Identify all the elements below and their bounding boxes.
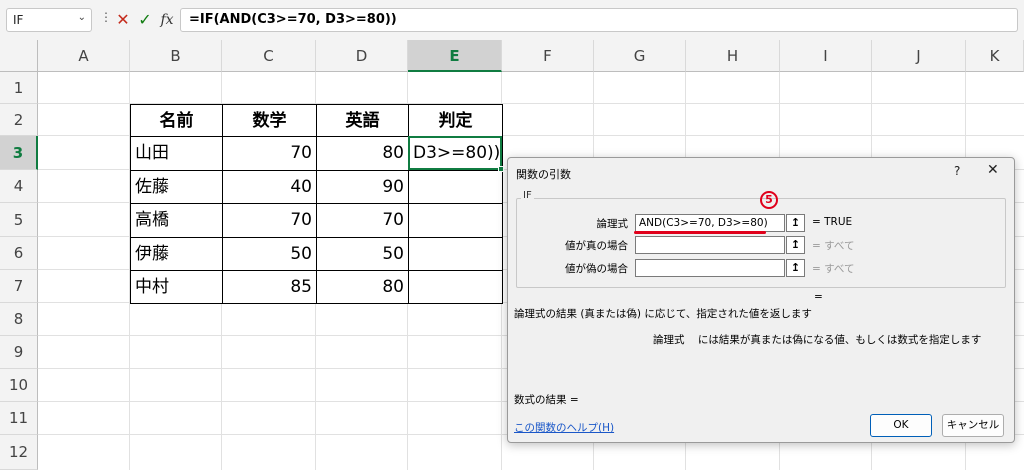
function-name: IF	[521, 190, 534, 201]
dialog-title: 関数の引数	[516, 168, 571, 181]
row-header-12[interactable]: 12	[0, 435, 38, 470]
table-cell[interactable]: 70	[222, 136, 317, 171]
column-header-k[interactable]: K	[966, 40, 1024, 72]
select-all-corner[interactable]	[0, 40, 38, 72]
row-header-11[interactable]: 11	[0, 402, 38, 435]
table-cell[interactable]: 70	[222, 203, 317, 238]
table-header-cell[interactable]: 判定	[408, 104, 503, 137]
row-header-3[interactable]: 3	[0, 136, 38, 170]
active-cell-e3[interactable]: D3>=80))	[408, 136, 504, 172]
row-header-5[interactable]: 5	[0, 203, 38, 237]
argument-description-name: 論理式	[653, 334, 685, 346]
column-header-e[interactable]: E	[408, 40, 502, 72]
row-header-7[interactable]: 7	[0, 270, 38, 303]
active-cell-text: D3>=80))	[413, 143, 501, 163]
arg-label-value-if-false: 値が偽の場合	[565, 263, 628, 275]
arg-input-value-if-false[interactable]	[635, 259, 785, 277]
table-header-cell[interactable]: 名前	[130, 104, 223, 137]
table-cell[interactable]: 80	[316, 270, 409, 304]
table-cell[interactable]: 佐藤	[130, 170, 223, 204]
help-button[interactable]: ?	[954, 164, 960, 178]
close-button[interactable]: ✕	[987, 162, 999, 178]
row-header-10[interactable]: 10	[0, 369, 38, 402]
row-header-8[interactable]: 8	[0, 303, 38, 336]
column-header-b[interactable]: B	[130, 40, 222, 72]
column-header-f[interactable]: F	[502, 40, 594, 72]
table-cell[interactable]: 山田	[130, 136, 223, 171]
function-help-link[interactable]: この関数のヘルプ(H)	[514, 420, 614, 435]
chevron-down-icon[interactable]: ⌄	[78, 12, 86, 23]
table-cell[interactable]: 50	[316, 237, 409, 271]
argument-description: 論理式 には結果が真または偽になる値、もしくは数式を指定します	[653, 332, 981, 347]
table-cell[interactable]: 50	[222, 237, 317, 271]
fill-handle[interactable]	[498, 166, 504, 172]
arg-input-logical-test[interactable]: AND(C3>=70, D3>=80)	[635, 214, 785, 232]
table-cell[interactable]: 中村	[130, 270, 223, 304]
function-arguments-dialog: 関数の引数 ? ✕ IF 5 論理式 AND(C3>=70, D3>=80) ↥…	[507, 157, 1015, 443]
table-cell[interactable]	[408, 270, 503, 304]
column-header-j[interactable]: J	[872, 40, 966, 72]
formula-bar: IF ⌄ ⋮ ✕ ✓ fx =IF(AND(C3>=70, D3>=80))	[0, 0, 1024, 40]
column-header-c[interactable]: C	[222, 40, 316, 72]
arg-label-value-if-true: 値が真の場合	[565, 240, 628, 252]
column-header-h[interactable]: H	[686, 40, 780, 72]
formula-result: 数式の結果 =	[514, 394, 579, 406]
function-result-eq: =	[814, 291, 823, 303]
table-cell[interactable]: 85	[222, 270, 317, 304]
table-cell[interactable]	[408, 170, 503, 204]
ok-button[interactable]: OK	[870, 414, 932, 437]
column-header-a[interactable]: A	[38, 40, 130, 72]
table-cell[interactable]: 90	[316, 170, 409, 204]
function-description: 論理式の結果 (真または偽) に応じて、指定された値を返します	[514, 308, 812, 320]
arg-result-value-if-true: = すべて	[812, 240, 855, 252]
collapse-dialog-icon[interactable]: ↥	[786, 259, 805, 277]
name-box-value: IF	[13, 13, 24, 27]
step-badge: 5	[760, 191, 778, 209]
column-header-g[interactable]: G	[594, 40, 686, 72]
name-box[interactable]: IF ⌄	[6, 8, 92, 32]
table-cell[interactable]: 伊藤	[130, 237, 223, 271]
row-header-1[interactable]: 1	[0, 72, 38, 104]
highlight-underline	[634, 231, 766, 234]
table-cell[interactable]: 70	[316, 203, 409, 238]
table-header-cell[interactable]: 英語	[316, 104, 409, 137]
arg-result-logical-test: = TRUE	[812, 216, 853, 228]
row-header-9[interactable]: 9	[0, 336, 38, 369]
cancel-button[interactable]: キャンセル	[942, 414, 1004, 437]
row-header-6[interactable]: 6	[0, 237, 38, 270]
row-header-2[interactable]: 2	[0, 104, 38, 136]
table-cell[interactable]: 80	[316, 136, 409, 171]
row-header-4[interactable]: 4	[0, 170, 38, 203]
cancel-formula-button[interactable]: ✕	[112, 8, 134, 32]
arg-input-value-if-true[interactable]	[635, 236, 785, 254]
arg-label-logical-test: 論理式	[596, 218, 629, 230]
table-cell[interactable]: 高橋	[130, 203, 223, 238]
argument-description-text: には結果が真または偽になる値、もしくは数式を指定します	[697, 334, 982, 346]
column-header-i[interactable]: I	[780, 40, 872, 72]
enter-formula-button[interactable]: ✓	[134, 8, 156, 32]
table-cell[interactable]	[408, 203, 503, 238]
formula-input[interactable]: =IF(AND(C3>=70, D3>=80))	[180, 8, 1018, 32]
column-header-d[interactable]: D	[316, 40, 408, 72]
insert-function-button[interactable]: fx	[156, 8, 178, 32]
table-header-cell[interactable]: 数学	[222, 104, 317, 137]
table-cell[interactable]	[408, 237, 503, 271]
arg-result-value-if-false: = すべて	[812, 263, 855, 275]
table-cell[interactable]: 40	[222, 170, 317, 204]
more-options-icon[interactable]: ⋮	[100, 10, 112, 24]
collapse-dialog-icon[interactable]: ↥	[786, 214, 805, 232]
collapse-dialog-icon[interactable]: ↥	[786, 236, 805, 254]
